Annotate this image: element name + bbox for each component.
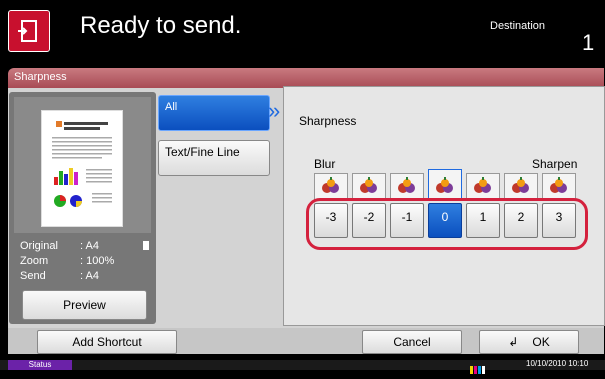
zoom-label: Zoom (20, 255, 49, 267)
original-value: : A4 (80, 240, 99, 252)
fruit-preview-icon (542, 173, 576, 200)
tab-text-fine-line-label: Text/Fine Line (165, 145, 240, 159)
sharpness-level-minus2-button[interactable]: -2 (352, 203, 386, 238)
status-button[interactable]: Status (8, 360, 72, 370)
page-orientation-icon (143, 241, 149, 250)
sharpness-level-minus3-button[interactable]: -3 (314, 203, 348, 238)
sharpness-level-1-button[interactable]: 1 (466, 203, 500, 238)
fruit-preview-icon-selected (428, 169, 462, 200)
blur-label: Blur (314, 157, 336, 171)
fruit-preview-icon (390, 173, 424, 200)
sharpen-label: Sharpen (532, 157, 578, 171)
fruit-preview-icon (504, 173, 538, 200)
add-shortcut-button[interactable]: Add Shortcut (37, 330, 177, 354)
fruit-preview-icon (466, 173, 500, 200)
function-title: Sharpness (14, 71, 67, 83)
status-datetime: 10/10/2010 10:10 (526, 359, 589, 368)
page-title: Ready to send. (80, 12, 242, 39)
zoom-value: : 100% (80, 255, 115, 267)
sharpness-level-minus1-button[interactable]: -1 (390, 203, 424, 238)
double-chevron-right-icon: » (268, 98, 281, 123)
destination-count: 1 (582, 30, 595, 55)
document-thumbnail (41, 110, 123, 227)
cancel-button[interactable]: Cancel (362, 330, 462, 354)
destination-label: Destination (490, 20, 546, 32)
sharpness-title: Sharpness (299, 114, 357, 128)
fruit-preview-icon (352, 173, 386, 200)
send-document-icon (8, 10, 50, 52)
sharpness-level-0-button[interactable]: 0 (428, 203, 462, 238)
status-bar (0, 360, 605, 370)
ok-button[interactable]: ↲ OK (479, 330, 579, 354)
fruit-preview-icon (314, 173, 348, 200)
tab-all-label: All (165, 101, 178, 113)
send-value: : A4 (80, 270, 99, 282)
preview-button[interactable]: Preview (22, 290, 147, 320)
sharpness-level-2-button[interactable]: 2 (504, 203, 538, 238)
enter-icon: ↲ (508, 335, 519, 349)
function-title-bar (8, 68, 604, 88)
tab-all[interactable]: All (158, 95, 270, 131)
send-label: Send (20, 270, 46, 282)
toner-level-icon (470, 361, 486, 374)
original-label: Original (20, 240, 58, 252)
tab-text-fine-line[interactable]: Text/Fine Line (158, 140, 270, 176)
sharpness-level-3-button[interactable]: 3 (542, 203, 576, 238)
ok-label: OK (532, 335, 550, 349)
